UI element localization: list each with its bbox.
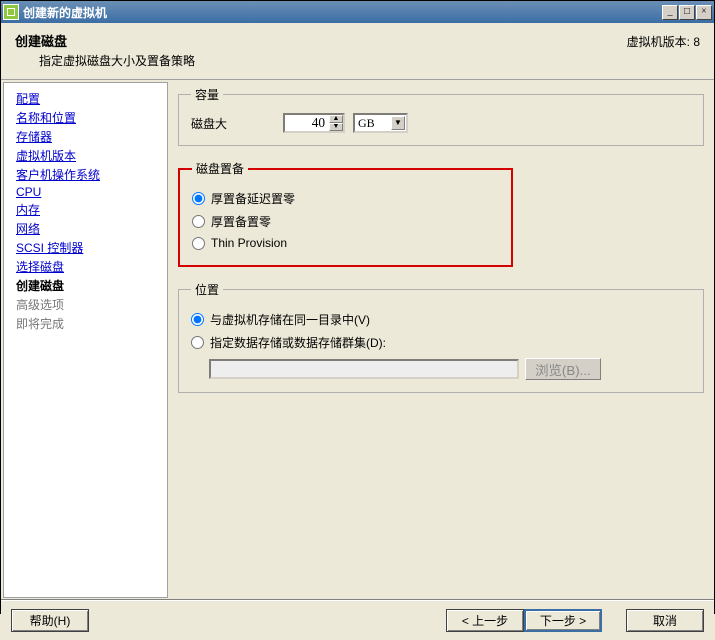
radio-store-with-vm-label: 与虚拟机存储在同一目录中(V) bbox=[210, 311, 370, 328]
next-button[interactable]: 下一步 > bbox=[524, 609, 602, 632]
nav-step-select-disk[interactable]: 选择磁盘 bbox=[16, 257, 167, 276]
nav-step-ready: 即将完成 bbox=[16, 314, 167, 333]
radio-specify-datastore-label: 指定数据存储或数据存储群集(D): bbox=[210, 334, 386, 351]
spinner-up-icon[interactable]: ▲ bbox=[329, 115, 343, 123]
disk-size-unit-select[interactable]: GB ▼ bbox=[353, 113, 408, 133]
nav-step-name-location[interactable]: 名称和位置 bbox=[16, 108, 167, 127]
vm-version-label: 虚拟机版本: 8 bbox=[627, 31, 700, 50]
location-group: 位置 与虚拟机存储在同一目录中(V) 指定数据存储或数据存储群集(D): 浏览(… bbox=[178, 281, 704, 393]
datastore-path-input bbox=[209, 359, 519, 379]
nav-step-vm-version[interactable]: 虚拟机版本 bbox=[16, 146, 167, 165]
radio-thick-lazy-input[interactable] bbox=[192, 192, 205, 205]
disk-size-label: 磁盘大 bbox=[191, 115, 227, 132]
nav-step-create-disk: 创建磁盘 bbox=[16, 276, 167, 295]
maximize-button[interactable]: □ bbox=[679, 5, 695, 20]
nav-step-storage[interactable]: 存储器 bbox=[16, 127, 167, 146]
location-legend: 位置 bbox=[191, 281, 223, 298]
radio-thin-label: Thin Provision bbox=[211, 236, 287, 250]
wizard-steps-nav: 配置 名称和位置 存储器 虚拟机版本 客户机操作系统 CPU 内存 网络 SCS… bbox=[3, 82, 168, 598]
main-panel: 容量 磁盘大 ▲ ▼ GB ▼ 磁盘置备 bbox=[170, 80, 714, 600]
nav-step-advanced: 高级选项 bbox=[16, 295, 167, 314]
disk-size-unit-value: GB bbox=[358, 116, 375, 131]
nav-step-cpu[interactable]: CPU bbox=[16, 184, 167, 200]
radio-thin-input[interactable] bbox=[192, 237, 205, 250]
radio-thick-eager[interactable]: 厚置备置零 bbox=[192, 210, 499, 233]
capacity-group: 容量 磁盘大 ▲ ▼ GB ▼ bbox=[178, 86, 704, 146]
provisioning-legend: 磁盘置备 bbox=[192, 160, 248, 177]
browse-button: 浏览(B)... bbox=[525, 358, 601, 380]
nav-step-config[interactable]: 配置 bbox=[16, 89, 167, 108]
radio-thick-eager-label: 厚置备置零 bbox=[211, 213, 271, 230]
chevron-down-icon[interactable]: ▼ bbox=[391, 116, 405, 130]
page-subtitle: 指定虚拟磁盘大小及置备策略 bbox=[15, 50, 627, 69]
radio-store-with-vm-input[interactable] bbox=[191, 313, 204, 326]
radio-specify-datastore-input[interactable] bbox=[191, 336, 204, 349]
page-title: 创建磁盘 bbox=[15, 31, 627, 50]
radio-thick-lazy[interactable]: 厚置备延迟置零 bbox=[192, 187, 499, 210]
minimize-button[interactable]: _ bbox=[662, 5, 678, 20]
radio-store-with-vm[interactable]: 与虚拟机存储在同一目录中(V) bbox=[191, 308, 691, 331]
radio-thick-lazy-label: 厚置备延迟置零 bbox=[211, 190, 295, 207]
radio-specify-datastore[interactable]: 指定数据存储或数据存储群集(D): bbox=[191, 331, 691, 354]
cancel-button[interactable]: 取消 bbox=[626, 609, 704, 632]
wizard-footer: 帮助(H) < 上一步 下一步 > 取消 bbox=[1, 600, 714, 640]
nav-step-memory[interactable]: 内存 bbox=[16, 200, 167, 219]
provisioning-group: 磁盘置备 厚置备延迟置零 厚置备置零 Thin Provision bbox=[178, 160, 513, 267]
help-button[interactable]: 帮助(H) bbox=[11, 609, 89, 632]
app-icon bbox=[3, 4, 19, 20]
nav-step-scsi[interactable]: SCSI 控制器 bbox=[16, 238, 167, 257]
spinner-down-icon[interactable]: ▼ bbox=[329, 123, 343, 131]
title-bar: 创建新的虚拟机 _ □ × bbox=[1, 1, 714, 23]
back-button[interactable]: < 上一步 bbox=[446, 609, 524, 632]
wizard-header: 创建磁盘 指定虚拟磁盘大小及置备策略 虚拟机版本: 8 bbox=[1, 23, 714, 80]
window-title: 创建新的虚拟机 bbox=[23, 4, 662, 21]
nav-step-network[interactable]: 网络 bbox=[16, 219, 167, 238]
radio-thin[interactable]: Thin Provision bbox=[192, 233, 499, 253]
radio-thick-eager-input[interactable] bbox=[192, 215, 205, 228]
close-button[interactable]: × bbox=[696, 5, 712, 20]
nav-step-guest-os[interactable]: 客户机操作系统 bbox=[16, 165, 167, 184]
capacity-legend: 容量 bbox=[191, 86, 223, 103]
